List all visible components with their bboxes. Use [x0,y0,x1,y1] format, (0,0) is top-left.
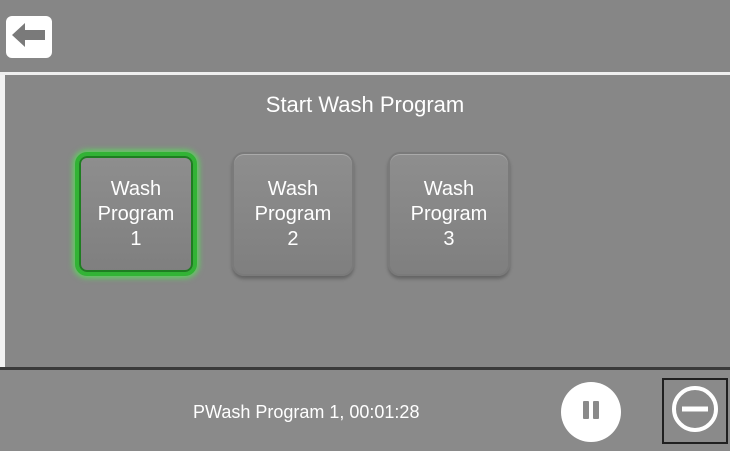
wash-program-3-button[interactable]: Wash Program 3 [388,152,510,276]
minus-circle-icon [670,384,720,439]
wash-program-3-label: Wash Program 3 [410,177,488,250]
pause-button[interactable] [561,382,621,442]
wash-program-2-label: Wash Program 2 [254,177,332,250]
back-button[interactable] [6,16,52,58]
wash-program-1-button[interactable]: Wash Program 1 [75,152,197,276]
stop-button[interactable] [662,378,728,444]
pause-icon [577,396,605,429]
left-edge [0,75,5,367]
wash-program-1-label: Wash Program 1 [97,177,175,250]
program-status-text: PWash Program 1, 00:01:28 [193,402,420,422]
page-title: Start Wash Program [265,92,465,117]
wash-program-2-button[interactable]: Wash Program 2 [232,152,354,276]
top-bar [0,0,730,72]
arrow-left-icon [10,20,48,55]
